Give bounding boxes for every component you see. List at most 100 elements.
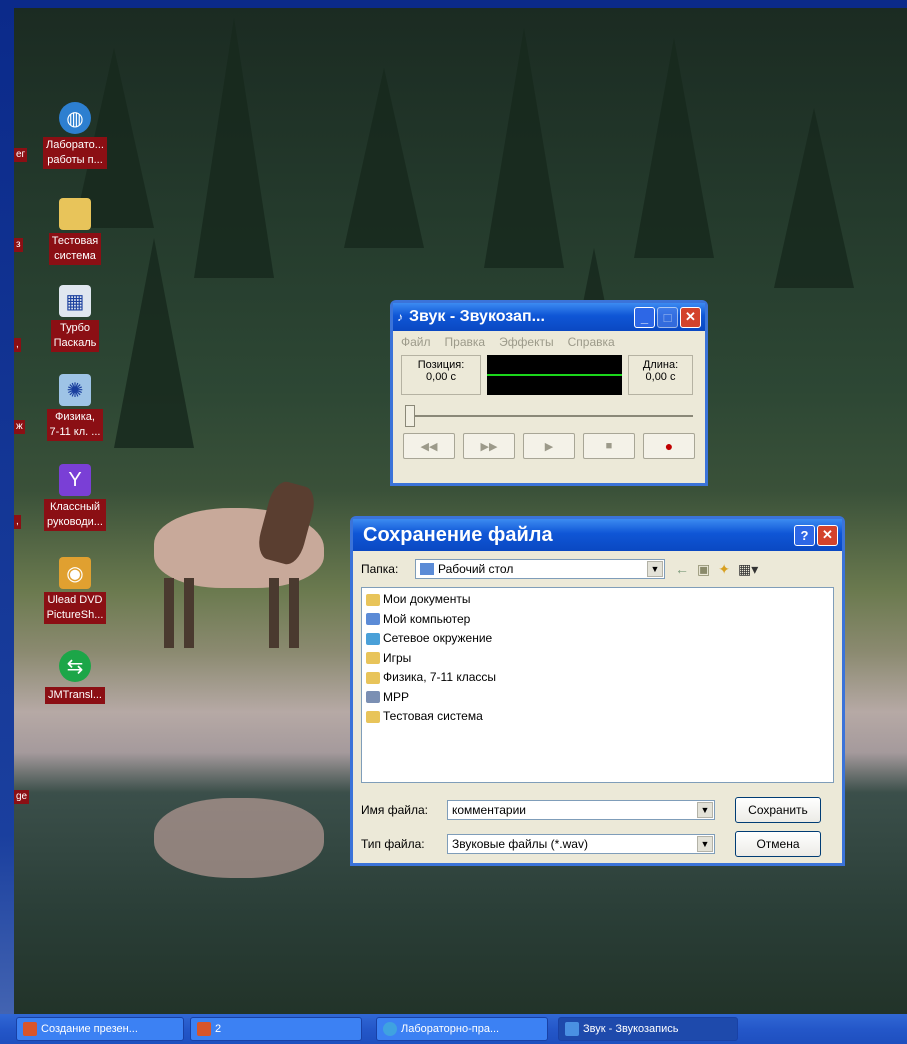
wallpaper-tree — [774, 108, 854, 288]
save-button[interactable]: Сохранить — [735, 797, 821, 823]
app-icon: ▦ — [59, 285, 91, 317]
stop-button[interactable]: ■ — [583, 433, 635, 459]
recorder-controls: ◀◀ ▶▶ ▶ ■ ● — [393, 427, 705, 465]
translate-icon: ⇆ — [59, 650, 91, 682]
clipped-icon-label[interactable]: , — [14, 338, 21, 352]
folder-label: Папка: — [361, 562, 399, 576]
network-icon — [366, 632, 380, 645]
folder-icon — [59, 198, 91, 230]
position-value: 0,00 с — [426, 371, 456, 383]
elk-leg — [184, 578, 194, 648]
elk-leg — [269, 578, 279, 648]
position-display: Позиция: 0,00 с — [401, 355, 481, 395]
taskbar-item[interactable]: Лабораторно-пра... — [376, 1017, 548, 1041]
list-item[interactable]: Мои документы — [366, 590, 829, 610]
menu-file[interactable]: Файл — [401, 335, 431, 349]
atom-icon: ✺ — [59, 374, 91, 406]
file-list[interactable]: Мои документы Мой компьютер Сетевое окру… — [361, 587, 834, 783]
y-icon: Y — [59, 464, 91, 496]
length-display: Длина: 0,00 с — [628, 355, 693, 395]
back-icon[interactable]: ← — [675, 561, 689, 577]
wallpaper-tree — [114, 238, 194, 448]
length-value: 0,00 с — [645, 371, 676, 383]
view-menu-icon[interactable]: ▦▾ — [738, 561, 758, 578]
dialog-titlebar[interactable]: Сохранение файла ? ✕ — [353, 519, 842, 551]
desktop-icon-turbo-pascal[interactable]: ▦ Турбо Паскаль — [25, 285, 125, 352]
desktop-icon-lab-works[interactable]: ◍ Лаборато... работы п... — [25, 102, 125, 169]
filename-row: Имя файла: комментарии ▼ Сохранить — [353, 797, 842, 823]
taskbar-item[interactable]: Звук - Звукозапись — [558, 1017, 738, 1041]
taskbar-item[interactable]: 2 — [190, 1017, 362, 1041]
rewind-button[interactable]: ◀◀ — [403, 433, 455, 459]
speaker-icon: ♪ — [397, 310, 403, 324]
clipped-icon-label[interactable]: з — [14, 238, 23, 252]
folder-icon — [366, 652, 380, 665]
help-button[interactable]: ? — [794, 524, 815, 546]
menu-effects[interactable]: Эффекты — [499, 335, 554, 349]
filetype-label: Тип файла: — [361, 837, 425, 851]
desktop-icon-jmtranslate[interactable]: ⇆ JMTransl... — [25, 650, 125, 704]
chevron-down-icon[interactable]: ▼ — [647, 561, 663, 577]
desktop-icon-test-system[interactable]: Тестовая система — [25, 198, 125, 265]
record-button[interactable]: ● — [643, 433, 695, 459]
play-button[interactable]: ▶ — [523, 433, 575, 459]
icon-label: JMTransl... — [45, 687, 105, 704]
clipped-icon-label[interactable]: ge — [14, 790, 30, 804]
elk-leg — [289, 578, 299, 648]
icon-label: Лаборато... работы п... — [43, 137, 107, 169]
chevron-down-icon[interactable]: ▼ — [697, 802, 713, 818]
close-button[interactable]: ✕ — [680, 306, 701, 328]
desktop-icon-ulead-dvd[interactable]: ◉ Ulead DVD PictureSh... — [25, 557, 125, 624]
look-in-row: Папка: Рабочий стол ▼ ← ▣ ✦ ▦▾ — [353, 551, 842, 587]
menu-help[interactable]: Справка — [568, 335, 615, 349]
list-item[interactable]: Мой компьютер — [366, 610, 829, 630]
clipped-icon-label[interactable]: ж — [14, 420, 25, 434]
folder-select[interactable]: Рабочий стол ▼ — [415, 559, 665, 579]
clipped-icon-label[interactable]: , — [14, 515, 21, 529]
minimize-button[interactable]: _ — [634, 306, 655, 328]
icon-label: Физика, 7-11 кл. ... — [46, 409, 104, 441]
sound-recorder-window: ♪ Звук - Звукозап... _ □ ✕ Файл Правка Э… — [390, 300, 708, 486]
chevron-down-icon[interactable]: ▼ — [697, 836, 713, 852]
position-slider[interactable] — [405, 405, 693, 427]
icon-label: Ulead DVD PictureSh... — [43, 592, 107, 624]
desktop-icon-class-teacher[interactable]: Y Классный руководи... — [25, 464, 125, 531]
desktop-icon — [420, 563, 434, 575]
wallpaper-tree — [194, 18, 274, 278]
recorder-title: Звук - Звукозап... — [409, 308, 545, 325]
list-item[interactable]: Сетевое окружение — [366, 629, 829, 649]
filetype-row: Тип файла: Звуковые файлы (*.wav) ▼ Отме… — [353, 831, 842, 857]
slider-thumb[interactable] — [405, 405, 415, 427]
list-item[interactable]: MPP — [366, 688, 829, 708]
recorder-menubar: Файл Правка Эффекты Справка — [393, 331, 705, 353]
up-folder-icon[interactable]: ▣ — [697, 561, 710, 578]
close-button[interactable]: ✕ — [817, 524, 838, 546]
filename-value: комментарии — [452, 803, 526, 817]
filetype-select[interactable]: Звуковые файлы (*.wav) ▼ — [447, 834, 715, 854]
waveform-display — [487, 355, 622, 395]
folder-icon — [366, 671, 380, 684]
taskbar: Создание презен... 2 Лабораторно-пра... … — [0, 1014, 907, 1044]
dvd-icon: ◉ — [59, 557, 91, 589]
position-label: Позиция: — [417, 359, 465, 371]
recorder-titlebar[interactable]: ♪ Звук - Звукозап... _ □ ✕ — [393, 303, 705, 331]
menu-edit[interactable]: Правка — [445, 335, 486, 349]
list-item[interactable]: Тестовая система — [366, 707, 829, 727]
list-item[interactable]: Игры — [366, 649, 829, 669]
filename-input[interactable]: комментарии ▼ — [447, 800, 715, 820]
wallpaper-tree — [484, 28, 564, 268]
icon-label: Классный руководи... — [44, 499, 106, 531]
list-item[interactable]: Физика, 7-11 классы — [366, 668, 829, 688]
dialog-title: Сохранение файла — [363, 523, 553, 546]
fast-forward-button[interactable]: ▶▶ — [463, 433, 515, 459]
new-folder-icon[interactable]: ✦ — [718, 561, 730, 578]
icon-label: Турбо Паскаль — [50, 320, 100, 352]
filetype-value: Звуковые файлы (*.wav) — [452, 837, 588, 851]
cancel-button[interactable]: Отмена — [735, 831, 821, 857]
desktop-icon-physics[interactable]: ✺ Физика, 7-11 кл. ... — [25, 374, 125, 441]
powerpoint-icon — [23, 1022, 37, 1036]
slider-track — [405, 415, 693, 417]
maximize-button[interactable]: □ — [657, 306, 678, 328]
taskbar-item[interactable]: Создание презен... — [16, 1017, 184, 1041]
length-label: Длина: — [642, 359, 679, 371]
